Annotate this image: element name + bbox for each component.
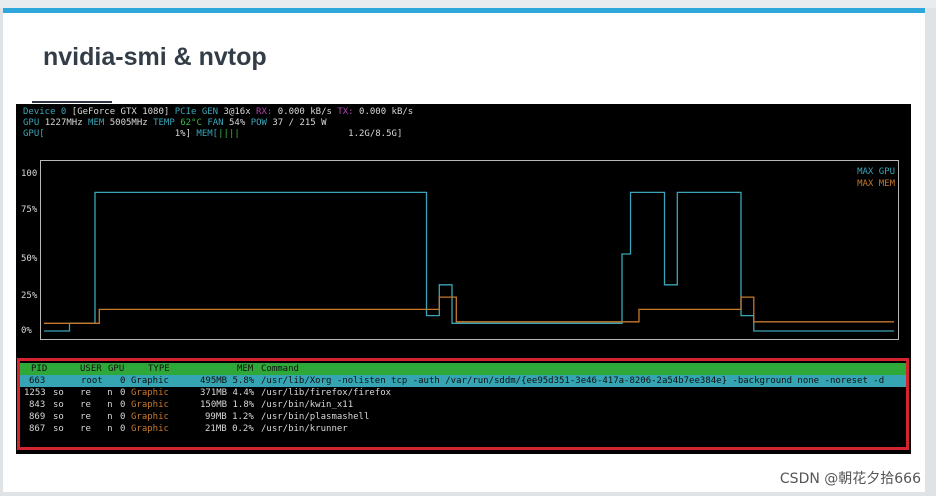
- legend-max-mem: MAX MEM: [857, 179, 895, 189]
- pow-label: POW: [250, 118, 267, 128]
- y-label-100: 100: [21, 169, 38, 179]
- highlight-annotation-box: [17, 358, 909, 450]
- gpu-label: GPU: [23, 118, 40, 128]
- usage-graph: [44, 191, 894, 332]
- temp-label: TEMP: [153, 118, 175, 128]
- y-label-0: 0%: [21, 326, 32, 336]
- rx-label: RX:: [256, 107, 273, 117]
- gpu-bar-label: GPU[: [23, 129, 45, 139]
- browser-top-strip: [0, 0, 936, 8]
- fan-value: 54%: [229, 118, 246, 128]
- device-name: [GeForce GTX 1080]: [71, 107, 170, 117]
- mem-bar-label: MEM[: [196, 129, 219, 139]
- gpu-clock: 1227MHz: [44, 118, 83, 128]
- y-label-50: 50%: [21, 254, 38, 264]
- usage-graph-frame: [40, 160, 899, 340]
- temp-value: 62°C: [180, 118, 202, 128]
- y-label-25: 25%: [21, 291, 38, 301]
- pcie-label: PCIe GEN: [174, 107, 219, 117]
- utilization-line: GPU[ 1%] MEM[|||| 1.2G/8.5G]: [23, 129, 402, 140]
- tx-value: 0.000 kB/s: [359, 107, 414, 117]
- mem-label: MEM: [88, 118, 105, 128]
- rx-value: 0.000 kB/s: [277, 107, 332, 117]
- device-line: Device 0 [GeForce GTX 1080] PCIe GEN 3@1…: [23, 107, 413, 118]
- legend-max-gpu: MAX GPU: [857, 167, 895, 177]
- tx-label: TX:: [337, 107, 354, 117]
- watermark: CSDN @朝花夕拾666: [779, 471, 921, 487]
- fan-label: FAN: [207, 118, 224, 128]
- mem-bar-fill: ||||: [218, 129, 240, 139]
- y-label-75: 75%: [21, 205, 38, 215]
- clock-line: GPU 1227MHz MEM 5005MHz TEMP 62°C FAN 54…: [23, 118, 327, 129]
- pow-value: 37 / 215 W: [272, 118, 327, 128]
- slide-title: nvidia-smi & nvtop: [43, 43, 267, 71]
- mem-bar-value: 1.2G/8.5G]: [348, 129, 403, 139]
- mem-clock: 5005MHz: [109, 118, 148, 128]
- pcie-value: 3@16x: [223, 107, 251, 117]
- series-max-mem-line: [44, 296, 894, 324]
- title-underline: [32, 101, 112, 103]
- device-label: Device 0: [23, 107, 67, 117]
- gpu-bar-value: 1%]: [174, 129, 191, 139]
- series-max-gpu-line: [44, 191, 894, 332]
